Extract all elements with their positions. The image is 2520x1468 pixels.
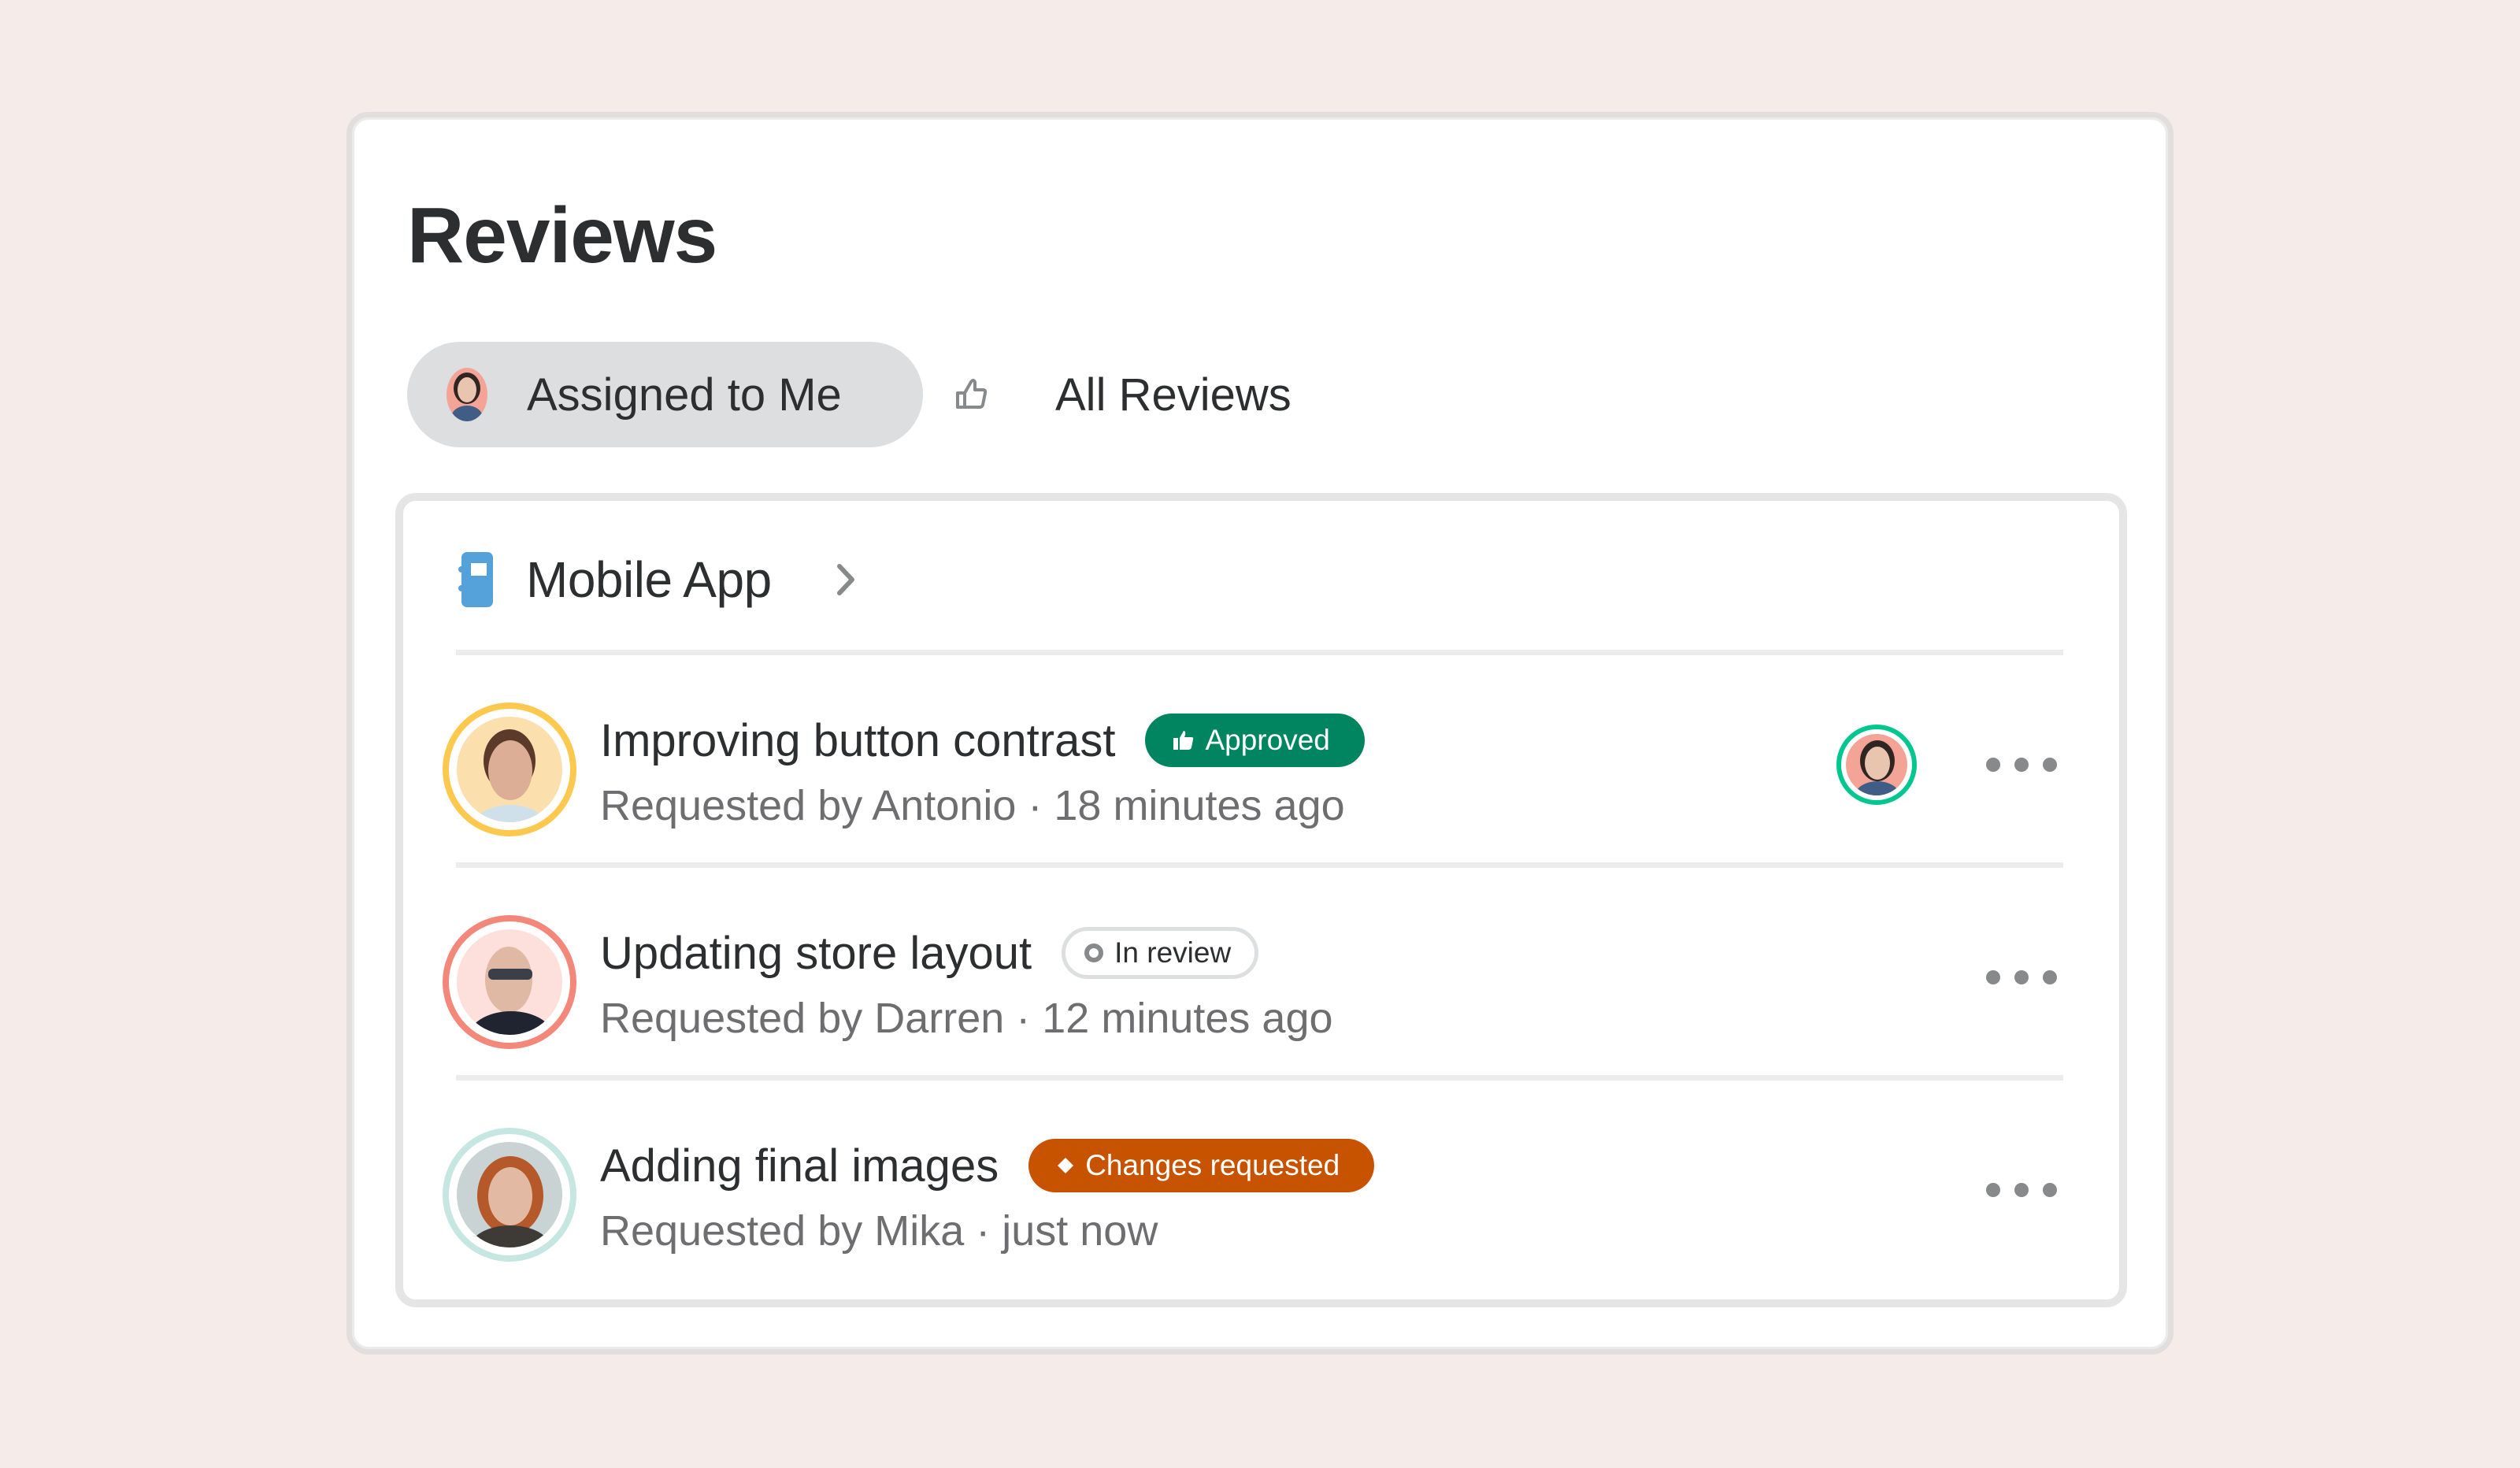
review-row[interactable]: Improving button contrast Approved Reque… [443,702,2120,860]
reviews-panel: Reviews Assigned to Me All Reviews Mobil… [346,112,2174,1355]
status-badge: In review [1062,927,1259,979]
reviewer-avatar[interactable] [1836,725,1917,805]
review-title[interactable]: Updating store layout [600,927,1032,980]
requester-avatar[interactable] [443,915,576,1049]
project-name: Mobile App [526,551,772,608]
tab-assigned-to-me[interactable]: Assigned to Me [407,342,923,447]
more-horizontal-icon [1986,758,2000,772]
requester-avatar[interactable] [443,702,576,836]
page-title: Reviews [407,191,717,280]
review-subtitle: Requested by Darren · 12 minutes ago [600,995,1333,1042]
more-horizontal-icon [1986,1183,2000,1197]
more-options-button[interactable] [1986,747,2057,783]
review-title-line: Updating store layout In review [600,915,1259,991]
divider [456,650,2063,655]
notebook-icon [458,552,493,607]
tab-label: All Reviews [1055,369,1292,421]
ring-dot-icon [1084,943,1104,962]
review-title[interactable]: Adding final images [600,1140,999,1192]
status-label: In review [1114,936,1232,969]
review-title-line: Improving button contrast Approved [600,702,1365,778]
chevron-right-icon[interactable] [835,562,857,598]
thumbs-up-outline-icon [956,379,988,409]
status-badge: Changes requested [1028,1139,1375,1192]
status-label: Changes requested [1085,1149,1340,1181]
divider [456,1075,2063,1081]
more-horizontal-icon [1986,970,2000,984]
divider [456,862,2063,868]
review-row[interactable]: Updating store layout In review Requeste… [443,915,2120,1073]
status-badge: Approved [1145,714,1365,767]
project-card: Mobile App Improving button contrast App… [395,493,2127,1307]
more-options-button[interactable] [1986,1172,2057,1208]
requester-avatar[interactable] [443,1128,576,1262]
diamond-icon [1058,1158,1074,1173]
review-title[interactable]: Improving button contrast [600,714,1115,767]
more-options-button[interactable] [1986,959,2057,995]
review-tabs: Assigned to Me All Reviews [407,342,1315,447]
user-avatar [447,368,487,421]
project-header[interactable]: Mobile App [458,548,857,611]
tab-all-reviews[interactable]: All Reviews [923,342,1315,447]
review-row[interactable]: Adding final images Changes requested Re… [443,1128,2120,1285]
review-subtitle: Requested by Antonio · 18 minutes ago [600,782,1345,829]
thumbs-up-icon [1173,731,1194,750]
review-subtitle: Requested by Mika · just now [600,1207,1158,1255]
review-title-line: Adding final images Changes requested [600,1128,1375,1203]
status-label: Approved [1205,724,1330,756]
tab-label: Assigned to Me [527,369,842,421]
